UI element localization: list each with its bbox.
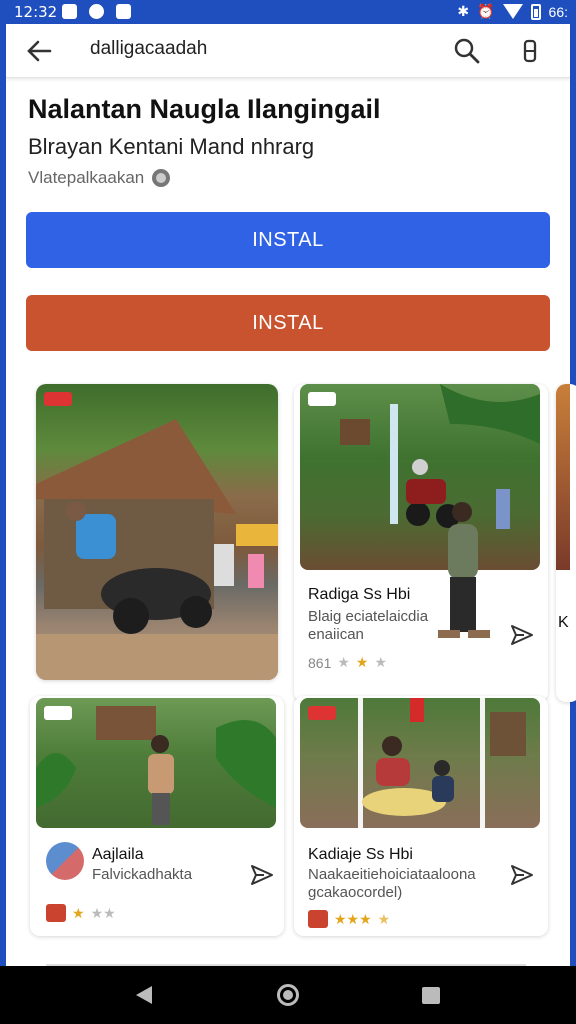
app-card-partial[interactable]: K [556, 384, 576, 702]
wifi-icon [502, 4, 523, 19]
app-developer[interactable]: Blrayan Kentani Mand nhrarg [28, 134, 314, 160]
partial-card-letter: K [558, 614, 569, 631]
app-meta: Vlatepalkaakan [28, 168, 171, 188]
garden-illustration [36, 706, 276, 825]
screenshot-card[interactable] [36, 384, 278, 680]
star-icon: ★ [374, 654, 388, 670]
star-icon: ★ [337, 654, 350, 670]
man-figure-illustration [438, 502, 490, 638]
card-developer: Falvickadhakta [92, 866, 193, 883]
battery-level: 66: [548, 3, 568, 20]
app-card-1[interactable]: Radiga Ss Hbi Blaig eciatelaicdia enaiic… [294, 384, 548, 702]
more-options-icon[interactable] [520, 38, 540, 64]
image-badge [308, 706, 336, 720]
system-nav-bar [0, 966, 576, 1024]
card-title: Kadiaje Ss Hbi [308, 846, 413, 863]
back-arrow-icon[interactable] [26, 38, 52, 64]
status-time: 12:32 [14, 3, 58, 21]
left-accent-strip [0, 78, 6, 130]
star-icon: ★ [72, 904, 85, 921]
card-rating: ★★★ ★ [308, 910, 390, 928]
globe-icon [152, 169, 171, 187]
card-rating: ★ ★★ [46, 904, 116, 922]
developer-avatar [46, 842, 84, 880]
card-title: Radiga Ss Hbi [308, 586, 411, 603]
star-icon: ★★★ [334, 910, 372, 927]
star-icon: ★ [377, 910, 391, 927]
card-category: enaiican [308, 626, 364, 643]
card-developer: Naakaeitiehoiciataaloona [308, 866, 476, 883]
village-house-image [36, 384, 278, 680]
notification-icons [62, 4, 131, 19]
share-icon[interactable] [510, 864, 534, 886]
image-badge [44, 392, 72, 406]
card-title: Aajlaila [92, 846, 144, 863]
status-bar: 12:32 ✱ ⏰ 66: [0, 0, 576, 24]
card-rating: 861 ★ ★ ★ [308, 654, 387, 671]
search-query[interactable]: dalligacaadah [90, 38, 207, 60]
install-button[interactable]: INSTAL [26, 212, 550, 268]
market-illustration [358, 698, 526, 828]
nav-back-icon[interactable] [136, 986, 152, 1004]
store-page: dalligacaadah Nalantan Naugla Ilangingai… [6, 24, 576, 966]
app-card-2[interactable]: Aajlaila Falvickadhakta ★ ★★ [30, 696, 284, 936]
market-food-image [300, 698, 540, 828]
status-right: ✱ ⏰ 66: [457, 3, 568, 20]
nav-recents-icon[interactable] [422, 987, 440, 1004]
image-badge [308, 392, 336, 406]
card-developer: Blaig eciatelaicdia [308, 608, 429, 625]
app-meta-text: Vlatepalkaakan [28, 168, 145, 187]
app-title: Nalantan Naugla Ilangingail [28, 94, 381, 124]
app-logo-icon [308, 910, 328, 928]
card-category: gcakaocordel) [308, 884, 403, 901]
rating-count: 861 [308, 654, 332, 671]
partial-card-image [556, 384, 570, 570]
alarm-icon: ⏰ [477, 3, 495, 19]
install-secondary-button[interactable]: INSTAL [26, 295, 550, 351]
app-card-3[interactable]: Kadiaje Ss Hbi Naakaeitiehoiciataaloona … [294, 696, 548, 936]
share-icon[interactable] [510, 624, 534, 646]
app-logo-icon [46, 904, 66, 922]
star-icon: ★★ [90, 904, 116, 921]
notification-circle-icon [89, 4, 104, 19]
forest-riders-image [300, 384, 540, 570]
share-icon[interactable] [250, 864, 274, 886]
notification-shield-icon [116, 4, 131, 19]
forest-illustration [340, 384, 540, 529]
nav-home-icon[interactable] [277, 984, 299, 1006]
notification-app-icon [62, 4, 77, 19]
search-icon[interactable] [452, 36, 482, 66]
bluetooth-icon: ✱ [457, 3, 470, 19]
house-illustration [36, 419, 278, 680]
image-badge [44, 706, 72, 720]
top-toolbar: dalligacaadah [6, 24, 570, 78]
banana-garden-image [36, 698, 276, 828]
star-icon: ★ [355, 654, 369, 670]
battery-icon [530, 3, 541, 20]
